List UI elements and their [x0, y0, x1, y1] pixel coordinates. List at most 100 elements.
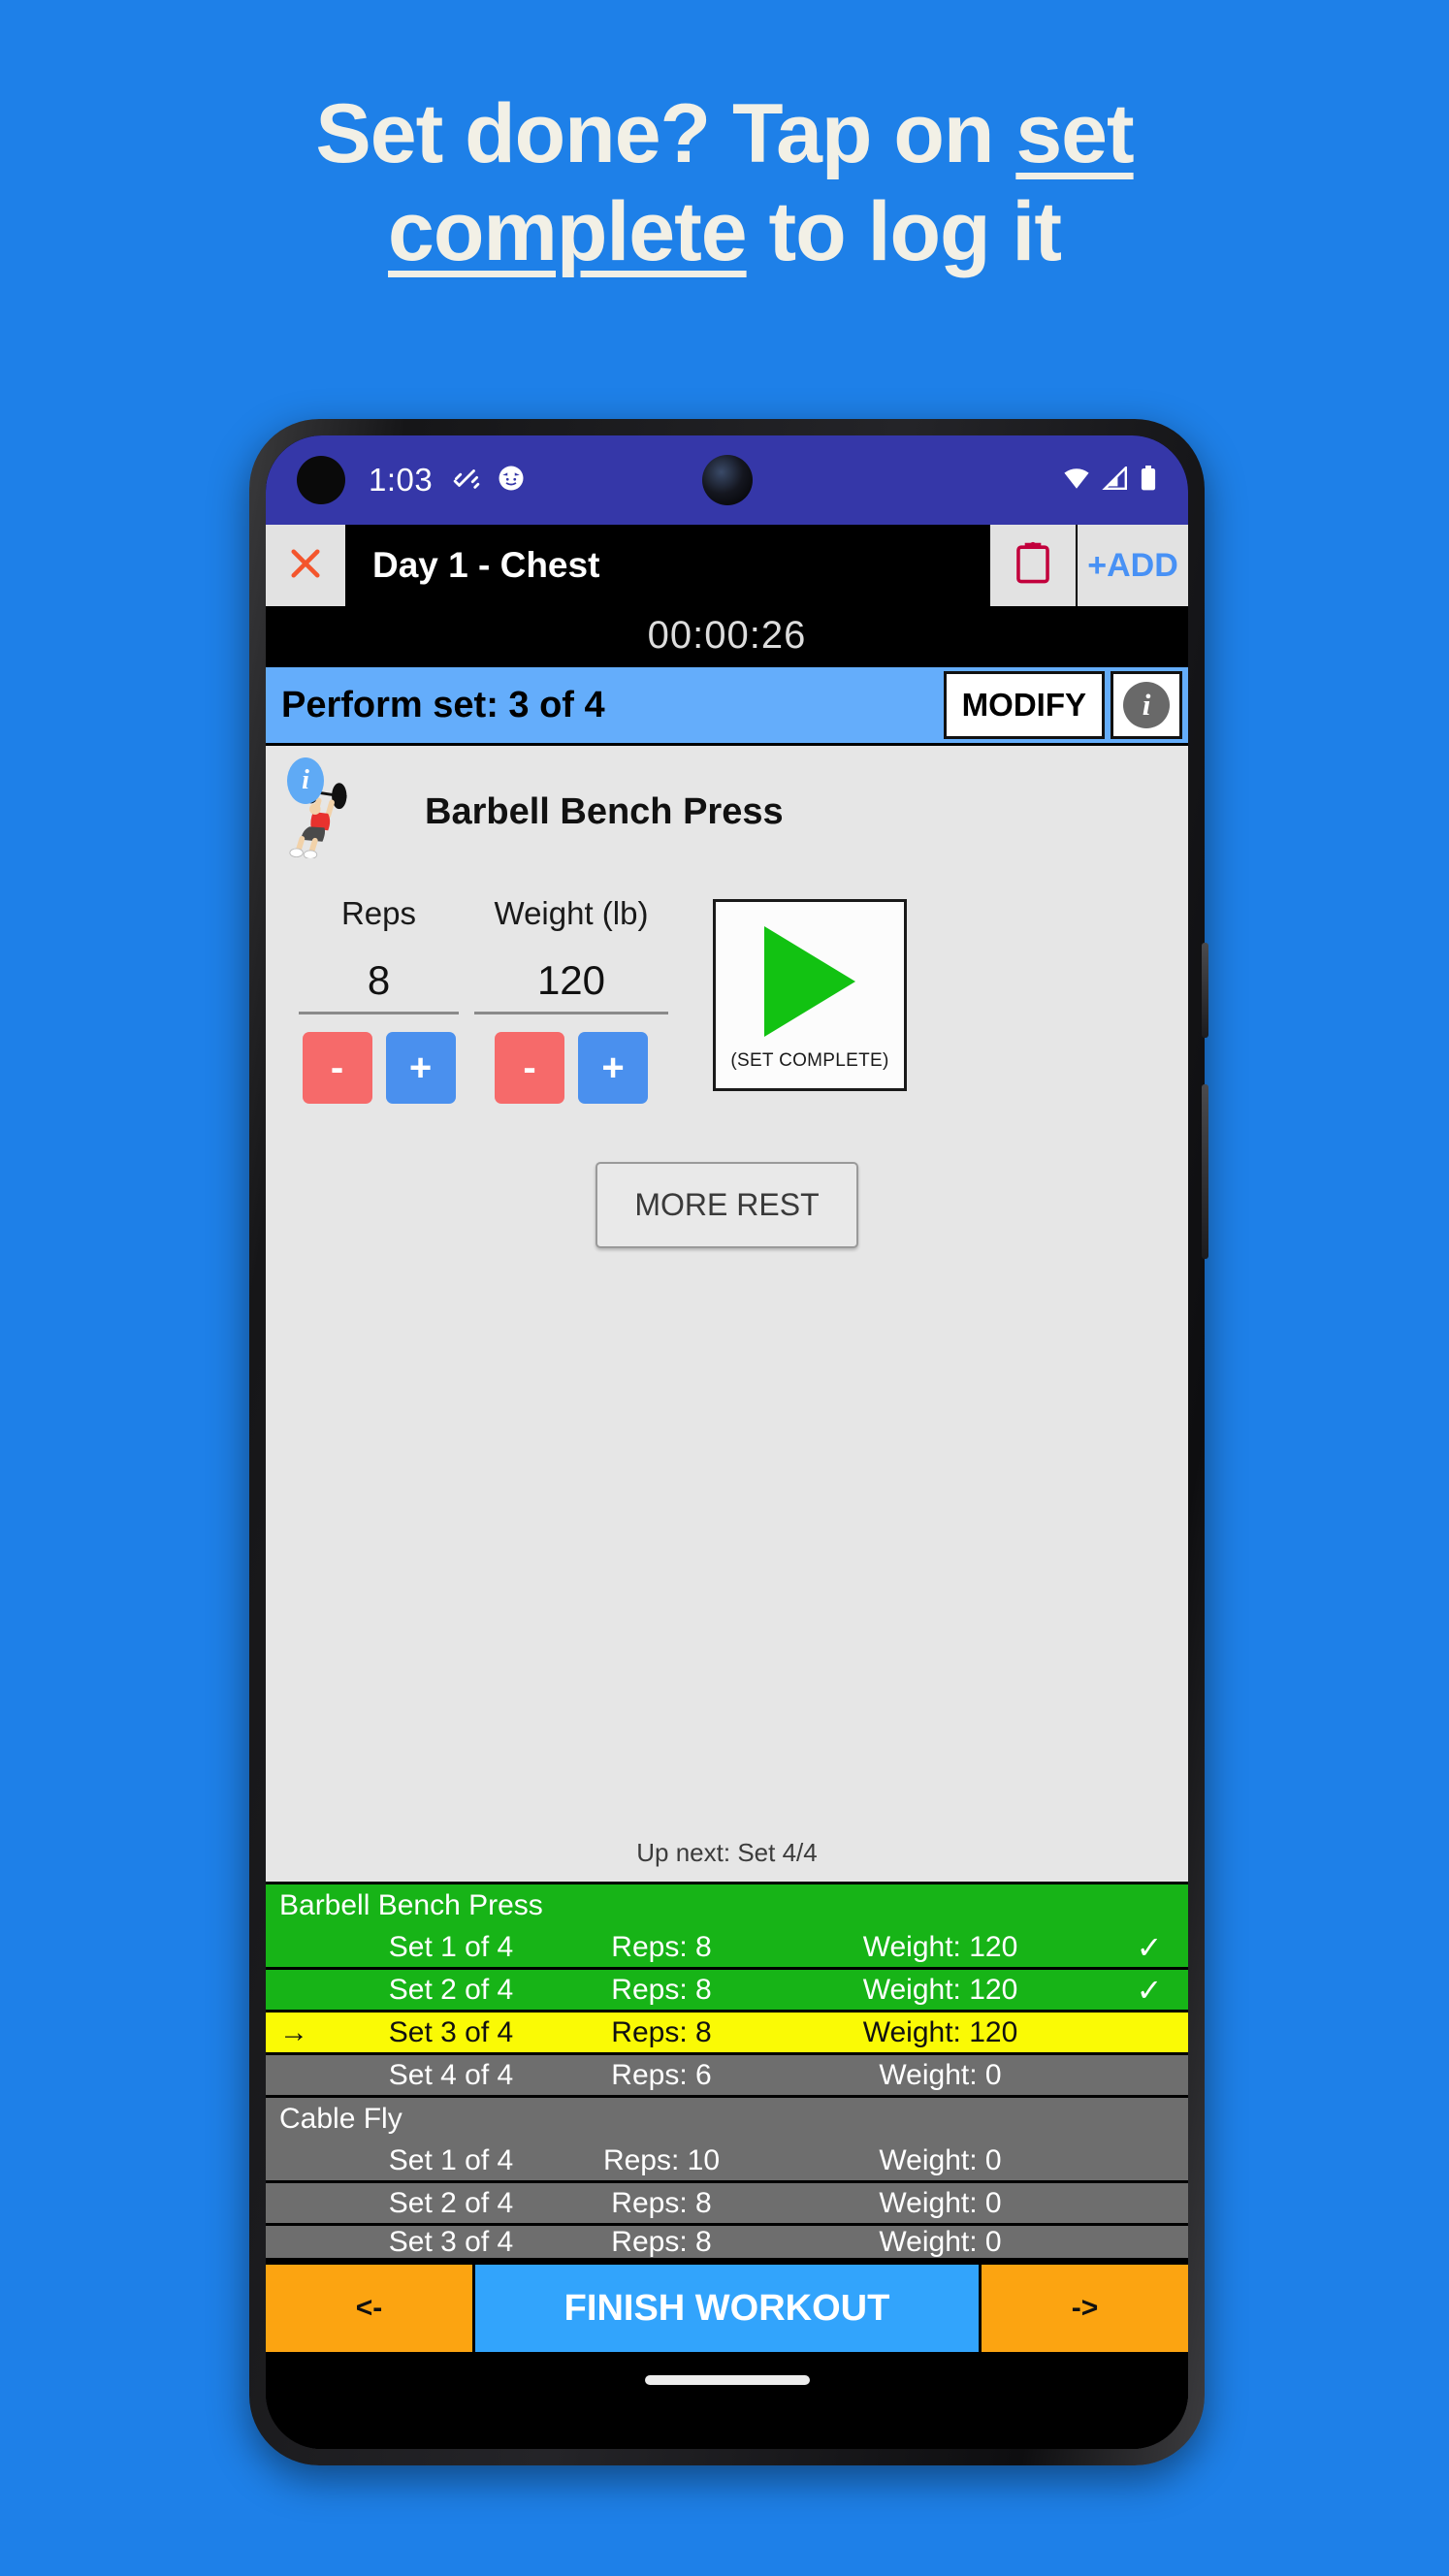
exercise-header: i Barbell Bench Press: [266, 746, 1188, 859]
row-arrow-icon: →: [279, 2015, 308, 2048]
weight-increment-button[interactable]: +: [578, 1032, 648, 1104]
app-screen: 1:03 Day 1 - Chest +ADD 00:00:26 Perform…: [266, 435, 1188, 2449]
next-exercise-button[interactable]: ->: [979, 2265, 1188, 2352]
row-reps: Reps: 10: [602, 2143, 721, 2176]
weight-stepper: Weight (lb) 120 - +: [474, 895, 668, 1104]
status-bar-clock: 1:03: [369, 462, 434, 498]
perform-set-bar: Perform set: 3 of 4 MODIFY i: [266, 664, 1188, 746]
table-row[interactable]: Set 2 of 4 Reps: 8 Weight: 0: [266, 2183, 1188, 2226]
workout-timer: 00:00:26: [266, 606, 1188, 664]
more-rest-wrap: MORE REST: [266, 1162, 1188, 1248]
modify-button[interactable]: MODIFY: [943, 671, 1105, 739]
set-complete-button[interactable]: (SET COMPLETE): [713, 899, 907, 1091]
close-x-icon: [285, 543, 326, 589]
battery-icon: [1140, 465, 1157, 496]
row-weight: Weight: 0: [879, 2143, 1002, 2176]
promo-line1-prefix: Set done? Tap on: [315, 87, 1016, 180]
status-bar-system-icons: [1062, 464, 1157, 496]
row-set: Set 4 of 4: [388, 2058, 514, 2091]
info-icon: i: [1123, 682, 1170, 728]
workout-notes-button[interactable]: [990, 525, 1076, 606]
exercise-info-badge-icon[interactable]: i: [287, 757, 324, 804]
row-set: Set 1 of 4: [388, 2143, 514, 2176]
set-list-group-header: Cable Fly: [266, 2098, 1188, 2141]
table-row[interactable]: Set 2 of 4 Reps: 8 Weight: 120 ✓: [266, 1970, 1188, 2012]
table-row[interactable]: Set 4 of 4 Reps: 6 Weight: 0: [266, 2055, 1188, 2098]
front-camera-punchhole: [297, 456, 345, 504]
row-reps: Reps: 8: [611, 2186, 712, 2219]
reps-label: Reps: [340, 895, 417, 931]
row-reps: Reps: 8: [611, 2015, 712, 2048]
row-weight: Weight: 120: [862, 1973, 1018, 2006]
set-list[interactable]: Barbell Bench Press Set 1 of 4 Reps: 8 W…: [266, 1882, 1188, 2261]
table-row-active[interactable]: → Set 3 of 4 Reps: 8 Weight: 120: [266, 2012, 1188, 2055]
bottom-navigation: <- FINISH WORKOUT ->: [266, 2261, 1188, 2352]
reps-stepper: Reps 8 - +: [299, 895, 459, 1104]
workout-title: Day 1 - Chest: [372, 545, 600, 585]
weight-value[interactable]: 120: [474, 957, 668, 1014]
row-set: Set 2 of 4: [388, 1973, 514, 2006]
weight-label: Weight (lb): [494, 895, 649, 931]
status-bar: 1:03: [266, 435, 1188, 525]
row-reps: Reps: 6: [611, 2058, 712, 2091]
wifi-icon: [1062, 467, 1091, 495]
more-rest-button[interactable]: MORE REST: [596, 1162, 858, 1248]
close-workout-button[interactable]: [266, 525, 345, 606]
android-gesture-bar: [266, 2352, 1188, 2449]
weight-decrement-button[interactable]: -: [495, 1032, 564, 1104]
weight-buttons: - +: [474, 1032, 668, 1104]
reps-value[interactable]: 8: [299, 957, 459, 1014]
exercise-name: Barbell Bench Press: [425, 790, 784, 832]
set-input-controls: Reps 8 - + Weight (lb) 120 - + (SET COMP…: [266, 853, 1188, 1104]
set-list-group-name: Cable Fly: [279, 2103, 402, 2135]
status-bar-notification-icons: [452, 464, 526, 498]
dumbbell-icon: [452, 464, 481, 498]
row-reps: Reps: 8: [611, 1930, 712, 1963]
phone-frame: 1:03 Day 1 - Chest +ADD 00:00:26 Perform…: [249, 419, 1208, 2465]
row-check-icon: ✓: [1136, 1972, 1163, 2008]
set-list-group-header: Barbell Bench Press: [266, 1884, 1188, 1927]
reps-buttons: - +: [299, 1032, 459, 1104]
up-next-label: Up next: Set 4/4: [636, 1838, 818, 1867]
row-weight: Weight: 120: [862, 2015, 1018, 2048]
table-row[interactable]: Set 1 of 4 Reps: 8 Weight: 120 ✓: [266, 1927, 1188, 1970]
set-complete-caption: (SET COMPLETE): [730, 1050, 889, 1071]
exercise-info-button[interactable]: i: [1111, 671, 1182, 739]
row-check-icon: ✓: [1136, 1929, 1163, 1965]
center-camera-lens: [701, 455, 753, 505]
promo-line2-suffix: to log it: [746, 185, 1062, 279]
table-row[interactable]: Set 1 of 4 Reps: 10 Weight: 0: [266, 2141, 1188, 2183]
reps-increment-button[interactable]: +: [385, 1032, 456, 1104]
add-exercise-button[interactable]: +ADD: [1078, 525, 1188, 606]
row-weight: Weight: 120: [862, 1930, 1018, 1963]
row-weight: Weight: 0: [879, 2186, 1002, 2219]
set-list-group-name: Barbell Bench Press: [279, 1889, 543, 1921]
app-toolbar: Day 1 - Chest +ADD: [266, 525, 1188, 606]
previous-exercise-button[interactable]: <-: [266, 2265, 475, 2352]
bench-press-illustration: i: [287, 757, 380, 859]
face-emoji-icon: [497, 464, 526, 498]
reps-decrement-button[interactable]: -: [302, 1032, 372, 1104]
phone-volume-button[interactable]: [1202, 1084, 1208, 1259]
row-set: Set 1 of 4: [388, 1930, 514, 1963]
finish-workout-button[interactable]: FINISH WORKOUT: [475, 2265, 979, 2352]
home-indicator[interactable]: [644, 2375, 810, 2385]
perform-set-label: Perform set: 3 of 4: [281, 684, 605, 725]
promo-line2-underlined: complete: [388, 185, 748, 279]
clipboard-icon: [1012, 541, 1054, 591]
promo-headline: Set done? Tap on set complete to log it: [0, 85, 1449, 282]
row-reps: Reps: 8: [611, 2226, 712, 2258]
exercise-panel: i Barbell Bench Press Reps 8 - + Weight …: [266, 746, 1188, 1882]
row-set: Set 3 of 4: [388, 2015, 514, 2048]
row-weight: Weight: 0: [879, 2058, 1002, 2091]
row-weight: Weight: 0: [879, 2226, 1002, 2258]
row-set: Set 2 of 4: [388, 2186, 514, 2219]
promo-line1-underlined: set: [1015, 87, 1134, 180]
row-set: Set 3 of 4: [388, 2226, 514, 2258]
row-reps: Reps: 8: [611, 1973, 712, 2006]
table-row[interactable]: Set 3 of 4 Reps: 8 Weight: 0: [266, 2226, 1188, 2261]
play-triangle-icon: [764, 926, 855, 1037]
phone-screen-bezel: 1:03 Day 1 - Chest +ADD 00:00:26 Perform…: [266, 435, 1188, 2449]
phone-power-button[interactable]: [1202, 943, 1208, 1038]
cellular-signal-icon: [1102, 464, 1129, 495]
